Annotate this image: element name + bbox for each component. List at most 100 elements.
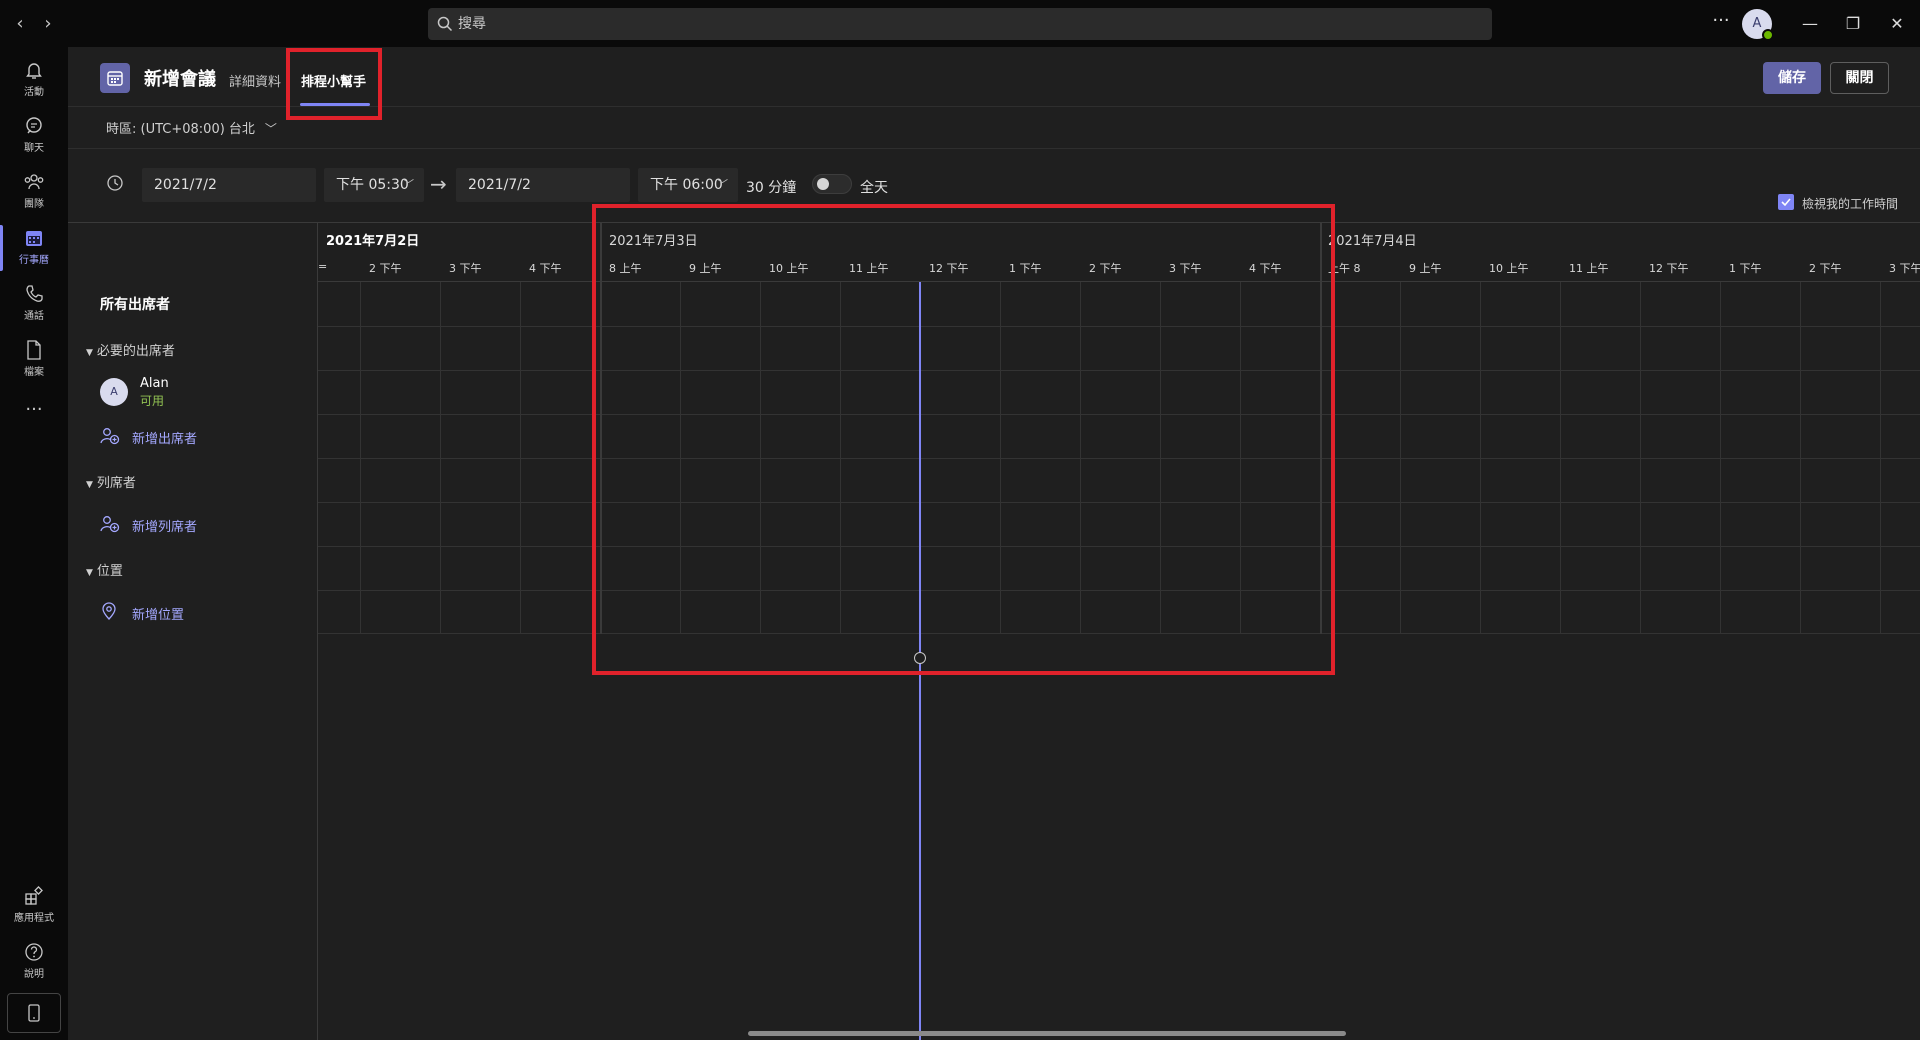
restore-icon[interactable]: ❐ — [1838, 10, 1868, 38]
app-rail: 活動 聊天 團隊 行事曆 通話 檔案 ··· 應用程式 說明 — [0, 47, 68, 1040]
file-icon — [27, 340, 41, 360]
rail-calls[interactable]: 通話 — [0, 277, 68, 331]
hour-label: 3 下午 — [1889, 262, 1920, 275]
hour-label: 2 下午 — [1809, 262, 1842, 275]
save-button[interactable]: 儲存 — [1763, 62, 1821, 94]
hour-label: 1 下午 — [1729, 262, 1762, 275]
add-optional-attendee-link[interactable]: 新增列席者 — [132, 516, 197, 535]
start-date-value: 2021/7/2 — [154, 177, 217, 193]
mobile-device-button[interactable] — [7, 993, 61, 1033]
hour-label: 11 上午 — [849, 262, 889, 275]
minimize-icon[interactable]: — — [1795, 10, 1825, 38]
rail-label: 說明 — [24, 969, 44, 980]
close-button[interactable]: 關閉 — [1830, 62, 1889, 94]
end-time-value: 下午 06:00 — [650, 177, 723, 193]
rail-files[interactable]: 檔案 — [0, 333, 68, 387]
title-bar: ‹ › ··· A — ❐ ✕ — [0, 0, 1920, 47]
presence-available-icon — [1762, 29, 1774, 41]
section-label: 位置 — [96, 564, 123, 579]
avatar: A — [100, 378, 128, 406]
clock-icon — [107, 175, 123, 191]
optional-attendees-section[interactable]: ▼ 列席者 — [86, 472, 136, 491]
timeline-date-header: 2021年7月2日 2021年7月3日 2021年7月4日 = 2 下午 3 下… — [318, 222, 1920, 282]
meeting-calendar-icon — [100, 63, 130, 93]
date-label-day2: 2021年7月3日 — [609, 234, 698, 249]
rail-label: 團隊 — [24, 199, 44, 210]
time-drag-handle[interactable] — [914, 652, 926, 664]
hour-label: 2 下午 — [369, 262, 402, 275]
chat-icon — [26, 117, 42, 134]
collapse-triangle-icon: ▼ — [86, 348, 93, 358]
chevron-down-icon: ﹀ — [264, 122, 277, 136]
all-day-toggle[interactable] — [812, 174, 852, 194]
date-label-day1: 2021年7月2日 — [326, 234, 420, 249]
duration-label: 30 分鐘 — [746, 180, 797, 196]
start-date-field[interactable]: 2021/7/2 — [142, 168, 316, 202]
close-window-icon[interactable]: ✕ — [1882, 10, 1912, 38]
help-icon — [25, 943, 43, 961]
schedule-grid[interactable] — [318, 282, 1920, 634]
collapse-triangle-icon: ▼ — [86, 480, 93, 490]
search-input[interactable] — [458, 8, 1478, 40]
end-date-value: 2021/7/2 — [468, 177, 531, 193]
hour-label: 3 下午 — [1169, 262, 1202, 275]
rail-apps[interactable]: 應用程式 — [0, 879, 68, 933]
checkmark-icon — [1781, 198, 1791, 207]
hour-label: 1 下午 — [1009, 262, 1042, 275]
rail-help[interactable]: 說明 — [0, 935, 68, 989]
divider — [68, 148, 1920, 149]
section-label: 必要的出席者 — [96, 344, 175, 359]
required-attendees-section[interactable]: ▼ 必要的出席者 — [86, 340, 175, 359]
location-pin-icon — [102, 602, 116, 620]
work-hours-checkbox[interactable] — [1778, 194, 1794, 210]
hour-label: 4 下午 — [529, 262, 562, 275]
all-attendees-heading: 所有出席者 — [100, 297, 170, 313]
phone-icon — [26, 285, 43, 302]
timezone-selector[interactable]: 時區: (UTC+08:00) 台北 ﹀ — [106, 118, 277, 137]
rail-label: 檔案 — [24, 367, 44, 378]
add-person-icon — [100, 516, 120, 533]
all-day-label: 全天 — [860, 180, 888, 196]
add-required-attendee-link[interactable]: 新增出席者 — [132, 428, 197, 447]
forward-arrow-icon[interactable]: › — [36, 12, 60, 36]
more-apps-icon[interactable]: ··· — [0, 399, 68, 420]
bell-icon — [26, 63, 42, 79]
attendee-name: Alan — [140, 376, 169, 391]
calendar-icon — [26, 231, 42, 246]
horizontal-scrollbar[interactable] — [748, 1031, 1346, 1036]
end-time-select[interactable]: 下午 06:00 ﹀ — [638, 168, 738, 202]
search-icon — [437, 16, 453, 32]
day-separator — [600, 222, 602, 634]
end-date-field[interactable]: 2021/7/2 — [456, 168, 630, 202]
rail-calendar[interactable]: 行事曆 — [0, 221, 68, 275]
day-separator — [1320, 222, 1322, 634]
mobile-phone-icon — [28, 1004, 40, 1022]
hour-label: 2 下午 — [1089, 262, 1122, 275]
rail-label: 應用程式 — [14, 913, 54, 924]
section-label: 列席者 — [96, 476, 136, 491]
user-avatar[interactable]: A — [1742, 9, 1774, 41]
user-avatar-initial: A — [1752, 16, 1762, 31]
date-label-day3: 2021年7月4日 — [1328, 234, 1417, 249]
rail-activity[interactable]: 活動 — [0, 53, 68, 107]
hour-label: = — [318, 260, 328, 273]
back-arrow-icon[interactable]: ‹ — [8, 12, 32, 36]
rail-chat[interactable]: 聊天 — [0, 109, 68, 163]
rail-teams[interactable]: 團隊 — [0, 165, 68, 219]
tab-scheduling-assistant[interactable]: 排程小幫手 — [301, 71, 366, 90]
toggle-knob — [817, 178, 829, 190]
hour-label: 9 上午 — [1409, 262, 1442, 275]
meeting-header: 新增會議 詳細資料 排程小幫手 儲存 關閉 — [68, 47, 1920, 107]
page-title: 新增會議 — [144, 69, 216, 90]
search-box[interactable] — [428, 8, 1492, 40]
location-section[interactable]: ▼ 位置 — [86, 560, 123, 579]
start-time-select[interactable]: 下午 05:30 ﹀ — [324, 168, 424, 202]
rail-label: 活動 — [24, 87, 44, 98]
tab-details[interactable]: 詳細資料 — [229, 71, 281, 90]
scheduling-timeline: 2021年7月2日 2021年7月3日 2021年7月4日 = 2 下午 3 下… — [318, 222, 1920, 1040]
attendee-status: 可用 — [140, 394, 165, 408]
more-options-icon[interactable]: ··· — [1706, 8, 1736, 38]
hour-label: 8 上午 — [1328, 262, 1361, 275]
add-location-link[interactable]: 新增位置 — [132, 604, 184, 623]
hour-label: 3 下午 — [449, 262, 482, 275]
